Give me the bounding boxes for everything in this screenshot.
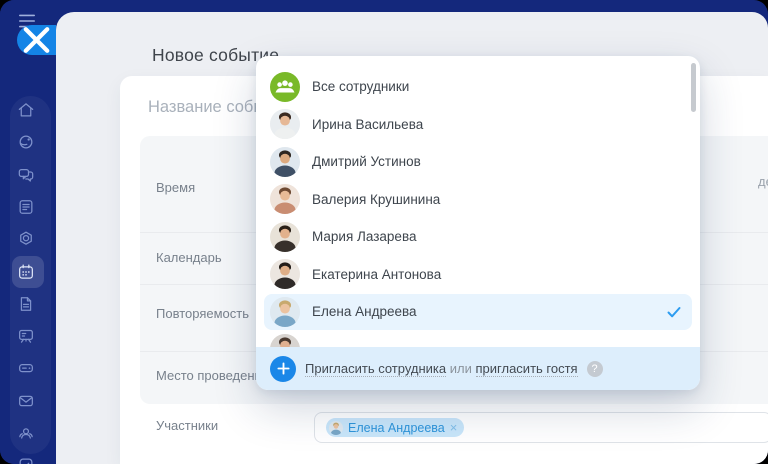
employee-avatar (270, 146, 300, 177)
sidebar-item-news[interactable] (16, 197, 36, 217)
employee-avatar (270, 221, 300, 252)
invite-plus-button[interactable] (270, 355, 296, 382)
employee-row[interactable]: Дмитрий Устинов (256, 143, 700, 181)
employee-row-all[interactable]: Все сотрудники (256, 68, 700, 106)
sidebar-item-chats[interactable] (16, 165, 36, 185)
employee-row[interactable]: Ирина Васильева (256, 106, 700, 144)
check-icon (666, 304, 682, 320)
sidebar (0, 0, 56, 464)
sidebar-item-people[interactable] (16, 423, 36, 443)
employee-list: Все сотрудники Ирина Васильева Дмитрий Уст… (256, 68, 700, 368)
sidebar-item-presentation[interactable] (16, 326, 36, 346)
invite-or-text: или (449, 361, 472, 376)
employee-avatar (270, 296, 300, 327)
dropdown-scrollbar[interactable] (691, 63, 696, 112)
close-icon (23, 27, 50, 53)
employee-picker-dropdown: Все сотрудники Ирина Васильева Дмитрий Уст… (256, 56, 700, 390)
form-row-label: Время (156, 180, 196, 195)
sidebar-item-calendar[interactable] (16, 262, 36, 282)
participants-input[interactable]: Елена Андреева × (314, 412, 768, 443)
employee-avatar (270, 184, 300, 215)
participant-chip[interactable]: Елена Андреева × (326, 418, 465, 437)
employee-name: Мария Лазарева (312, 229, 417, 245)
form-row-label: Место проведения (156, 368, 269, 383)
employee-name: Все сотрудники (312, 79, 410, 95)
form-row-label: Повторяемость (156, 306, 249, 321)
all-day-label-fragment: день (758, 174, 768, 189)
participant-chip-name: Елена Андреева (348, 420, 445, 435)
sidebar-item-services[interactable] (16, 229, 36, 249)
plus-icon (276, 362, 290, 375)
invite-text: Пригласить сотрудника или пригласить гос… (305, 361, 578, 377)
sidebar-item-tasks[interactable] (16, 455, 36, 464)
dropdown-footer: Пригласить сотрудника или пригласить гос… (256, 347, 700, 390)
employee-row[interactable]: Валерия Крушинина (256, 181, 700, 219)
sidebar-item-devices[interactable] (16, 358, 36, 378)
employee-row[interactable]: Елена Андреева (256, 293, 700, 331)
sidebar-item-discover[interactable] (16, 132, 36, 152)
app-window: Новое событие Четверг, 4 декабря сегодня… (0, 0, 768, 464)
employee-avatar (270, 259, 300, 290)
employee-name: Валерия Крушинина (312, 191, 441, 207)
employee-name: Ирина Васильева (312, 116, 424, 132)
remove-participant-icon[interactable]: × (450, 421, 458, 434)
sidebar-item-mail[interactable] (16, 391, 36, 411)
employee-name: Дмитрий Устинов (312, 154, 421, 170)
employee-name: Екатерина Антонова (312, 266, 442, 282)
invite-employee-link[interactable]: Пригласить сотрудника (305, 361, 447, 377)
employee-row[interactable]: Екатерина Антонова (256, 256, 700, 294)
employee-name: Елена Андреева (312, 304, 417, 320)
invite-guest-link[interactable]: пригласить гостя (475, 361, 578, 377)
employee-row[interactable]: Мария Лазарева (256, 218, 700, 256)
employee-avatar (270, 109, 300, 140)
all-employees-avatar (270, 71, 300, 102)
participant-chip-avatar (329, 420, 343, 435)
close-panel-button[interactable] (17, 25, 56, 55)
sidebar-item-home[interactable] (16, 100, 36, 120)
help-icon[interactable]: ? (586, 360, 603, 377)
form-row-label: Календарь (156, 250, 222, 265)
sidebar-item-documents[interactable] (16, 294, 36, 314)
participants-label: Участники (156, 418, 219, 433)
